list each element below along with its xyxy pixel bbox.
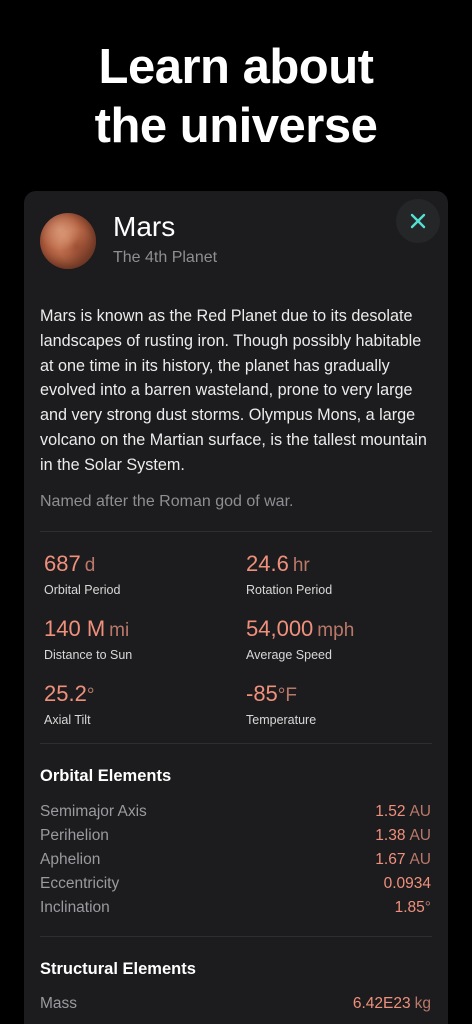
stat-label: Rotation Period — [246, 583, 333, 597]
stat-value: 25.2 — [44, 681, 87, 706]
stat-value: 140 M — [44, 616, 106, 641]
structural-row-mass: Mass 6.42E23 kg — [40, 992, 431, 1016]
stat-unit: mph — [317, 620, 355, 641]
stat-value: 24.6 — [246, 551, 289, 576]
divider — [40, 743, 432, 744]
stat-temperature: -85°F Temperature — [246, 681, 436, 727]
orbital-elements-heading: Orbital Elements — [40, 767, 172, 785]
divider — [40, 936, 432, 937]
row-key: Aphelion — [40, 851, 101, 868]
stat-unit: °F — [277, 685, 298, 706]
planet-subtitle: The 4th Planet — [113, 249, 218, 266]
mars-image — [40, 213, 96, 269]
stat-orbital-period: 687 d Orbital Period — [44, 551, 234, 597]
headline-line-2: the universe — [94, 99, 378, 153]
row-key: Perihelion — [40, 827, 109, 844]
planet-title: Mars — [113, 211, 176, 242]
row-unit: AU — [409, 803, 431, 820]
structural-elements-heading: Structural Elements — [40, 960, 196, 978]
planet-fact: Named after the Roman god of war. — [40, 493, 294, 510]
orbital-row-eccentricity: Eccentricity 0.0934 — [40, 872, 431, 896]
stat-label: Distance to Sun — [44, 648, 133, 662]
divider — [40, 531, 432, 532]
row-value: 1.85 — [394, 899, 425, 916]
stat-value: 54,000 — [246, 616, 314, 641]
stat-average-speed: 54,000 mph Average Speed — [246, 616, 436, 662]
planet-detail-card: Mars The 4th Planet Mars is known as the… — [24, 191, 448, 1024]
row-key: Mass — [40, 995, 78, 1012]
headline: Learn about the universe — [0, 38, 472, 156]
row-key: Semimajor Axis — [40, 803, 147, 820]
orbital-row-inclination: Inclination 1.85° — [40, 896, 431, 920]
row-key: Inclination — [40, 899, 110, 916]
orbital-row-perihelion: Perihelion 1.38 AU — [40, 824, 431, 848]
stat-axial-tilt: 25.2° Axial Tilt — [44, 681, 234, 727]
stat-distance-to-sun: 140 Mmi Distance to Sun — [44, 616, 234, 662]
stat-label: Average Speed — [246, 648, 332, 662]
stat-unit: mi — [109, 620, 130, 641]
stat-unit: hr — [292, 555, 310, 576]
planet-description: Mars is known as the Red Planet due to i… — [40, 307, 427, 474]
row-value: 0.0934 — [383, 875, 431, 892]
stat-label: Temperature — [246, 713, 317, 727]
orbital-row-semimajor-axis: Semimajor Axis 1.52 AU — [40, 800, 431, 824]
close-button[interactable] — [396, 199, 440, 243]
stat-unit: ° — [86, 685, 95, 706]
stat-value: 687 — [44, 551, 81, 576]
stat-unit: d — [84, 555, 96, 576]
stat-label: Orbital Period — [44, 583, 121, 597]
stat-value: -85 — [246, 681, 278, 706]
row-value: 6.42E23 — [352, 995, 411, 1012]
stat-label: Axial Tilt — [44, 713, 91, 727]
row-unit: AU — [409, 827, 431, 844]
stat-rotation-period: 24.6 hr Rotation Period — [246, 551, 436, 597]
close-icon — [410, 213, 426, 229]
row-unit: ° — [424, 899, 431, 916]
headline-line-1: Learn about — [98, 40, 374, 94]
row-value: 1.52 — [375, 803, 406, 820]
row-value: 1.38 — [375, 827, 406, 844]
orbital-row-aphelion: Aphelion 1.67 AU — [40, 848, 431, 872]
row-unit: AU — [409, 851, 431, 868]
row-value: 1.67 — [375, 851, 406, 868]
row-unit: kg — [414, 995, 431, 1012]
row-key: Eccentricity — [40, 875, 120, 892]
